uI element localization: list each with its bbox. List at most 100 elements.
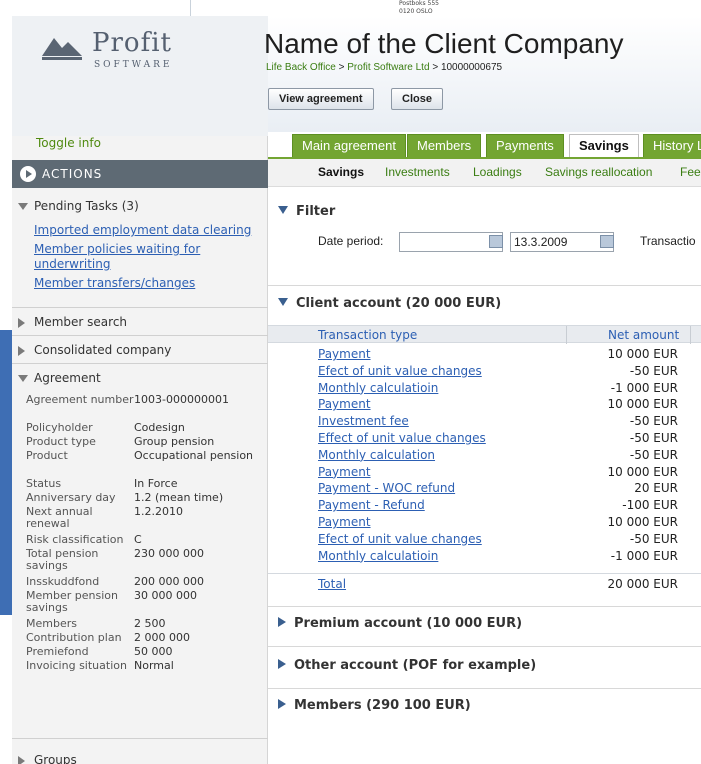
table-row: Effect of unit value changes -50 EUR (268, 431, 701, 448)
tab-main-agreement[interactable]: Main agreement (292, 134, 406, 158)
filter-header[interactable]: Filter (278, 204, 335, 219)
close-button[interactable]: Close (391, 88, 443, 110)
agreement-header[interactable]: Agreement (12, 366, 268, 391)
agreement-row: Product Occupational pension (26, 450, 266, 478)
logo-name: Profit (92, 28, 172, 58)
groups-header[interactable]: Groups (12, 748, 268, 764)
divider (12, 335, 268, 336)
tab-payments[interactable]: Payments (486, 134, 564, 158)
agreement-value: 2 000 000 (134, 631, 190, 644)
breadcrumb-separator: > (432, 62, 439, 73)
table-row: Payment 10 000 EUR (268, 397, 701, 414)
premium-account-title: Premium account (10 000 EUR) (294, 616, 523, 631)
subnav-loadings[interactable]: Loadings (473, 165, 522, 179)
agreement-label: Next annual renewal (26, 505, 93, 530)
subnav-investments[interactable]: Investments (385, 165, 450, 179)
agreement-label: Contribution plan (26, 631, 122, 644)
agreement-label: Anniversary day (26, 491, 116, 504)
actions-bar[interactable]: ACTIONS (12, 160, 268, 188)
expanded-triangle-icon (18, 375, 28, 382)
transaction-type-link[interactable]: Monthly calculation (318, 448, 435, 462)
net-amount: -100 EUR (622, 498, 678, 513)
net-amount: 10 000 EUR (607, 514, 678, 529)
toggle-info-link[interactable]: Toggle info (36, 136, 101, 150)
transaction-type-link[interactable]: Payment (318, 515, 371, 529)
transaction-type-link[interactable]: Payment - Refund (318, 498, 425, 512)
expanded-triangle-icon (278, 206, 288, 214)
subnav-savings[interactable]: Savings (318, 165, 364, 179)
background-divider (190, 0, 191, 16)
agreement-value: Codesign (134, 421, 185, 434)
collapsed-triangle-icon (18, 318, 25, 328)
transactions-table-header: Transaction type Net amount (268, 325, 701, 344)
breadcrumb-link[interactable]: Life Back Office (266, 62, 336, 73)
date-to-input[interactable]: 13.3.2009 (510, 232, 614, 252)
net-amount: 10 000 EUR (607, 464, 678, 479)
total-link[interactable]: Total (318, 577, 346, 591)
pending-task-link[interactable]: Member policies waiting for underwriting (34, 242, 266, 272)
agreement-label: Invoicing situation (26, 659, 127, 672)
page-title: Name of the Client Company (264, 28, 624, 59)
subnav-fee[interactable]: Fee (680, 165, 701, 179)
calendar-icon[interactable] (600, 235, 614, 248)
members-section-title: Members (290 100 EUR) (294, 698, 471, 713)
net-amount: -1 000 EUR (610, 548, 678, 563)
agreement-row: Risk classification C (26, 534, 266, 548)
transaction-type-link[interactable]: Payment (318, 465, 371, 479)
consolidated-company-header[interactable]: Consolidated company (12, 338, 268, 363)
view-agreement-button[interactable]: View agreement (268, 88, 374, 110)
calendar-icon[interactable] (489, 235, 503, 248)
agreement-value: 2 500 (134, 617, 166, 630)
pending-tasks-header[interactable]: Pending Tasks (3) (12, 194, 268, 219)
member-search-header[interactable]: Member search (12, 310, 268, 335)
subnav-savings-reallocation[interactable]: Savings reallocation (545, 165, 652, 179)
transaction-type-link[interactable]: Effect of unit value changes (318, 431, 486, 445)
date-from-input[interactable] (399, 232, 503, 252)
breadcrumb-separator: > (338, 62, 345, 73)
filter-title: Filter (296, 204, 336, 219)
table-row: Monthly calculatioin -1 000 EUR (268, 549, 701, 565)
tab-members[interactable]: Members (407, 134, 482, 158)
tab-history[interactable]: History L (643, 134, 701, 158)
client-account-header[interactable]: Client account (20 000 EUR) (278, 296, 501, 311)
transaction-type-link[interactable]: Monthly calculatioin (318, 549, 438, 563)
net-amount: -50 EUR (629, 430, 678, 445)
collapsed-triangle-icon (278, 699, 286, 709)
divider (12, 307, 268, 308)
premium-account-header[interactable]: Premium account (10 000 EUR) (278, 616, 522, 631)
other-account-header[interactable]: Other account (POF for example) (278, 658, 536, 673)
column-header-net-amount[interactable]: Net amount (608, 328, 679, 342)
pending-task-link[interactable]: Imported employment data clearing (34, 223, 266, 238)
agreement-label: Policyholder (26, 421, 93, 434)
table-row: Payment - Refund -100 EUR (268, 498, 701, 515)
agreement-row: Status In Force (26, 478, 266, 492)
transaction-type-link[interactable]: Investment fee (318, 414, 409, 428)
agreement-details: Agreement number 1003-000000001 Policyho… (26, 394, 266, 688)
agreement-label: Product (26, 449, 68, 462)
sidebar: Profit SOFTWARE Toggle info ACTIONS Pend… (12, 16, 268, 764)
transaction-type-link[interactable]: Payment (318, 347, 371, 361)
agreement-label: Premiefond (26, 645, 89, 658)
members-section-header[interactable]: Members (290 100 EUR) (278, 698, 471, 713)
divider (12, 738, 268, 739)
column-header-transaction-type[interactable]: Transaction type (318, 328, 417, 342)
agreement-row: Policyholder Codesign (26, 422, 266, 436)
pending-task-link[interactable]: Member transfers/changes (34, 276, 266, 291)
agreement-row: Anniversary day 1.2 (mean time) (26, 492, 266, 506)
transaction-type-link[interactable]: Monthly calculatioin (318, 381, 438, 395)
transaction-type-link[interactable]: Payment - WOC refund (318, 481, 455, 495)
agreement-value: 30 000 000 (134, 589, 197, 602)
transaction-type-link[interactable]: Efect of unit value changes (318, 364, 482, 378)
agreement-row: Insskuddfond 200 000 000 (26, 576, 266, 590)
consolidated-company-title: Consolidated company (34, 343, 172, 357)
tab-savings[interactable]: Savings (569, 134, 639, 158)
net-amount: -50 EUR (629, 363, 678, 378)
net-amount: -1 000 EUR (610, 380, 678, 395)
collapsed-triangle-icon (18, 756, 25, 764)
breadcrumb-link[interactable]: Profit Software Ltd (347, 62, 429, 73)
section-divider (268, 688, 701, 689)
transaction-type-link[interactable]: Payment (318, 397, 371, 411)
column-separator (566, 326, 567, 344)
net-amount: 10 000 EUR (607, 347, 678, 361)
transaction-type-link[interactable]: Efect of unit value changes (318, 532, 482, 546)
